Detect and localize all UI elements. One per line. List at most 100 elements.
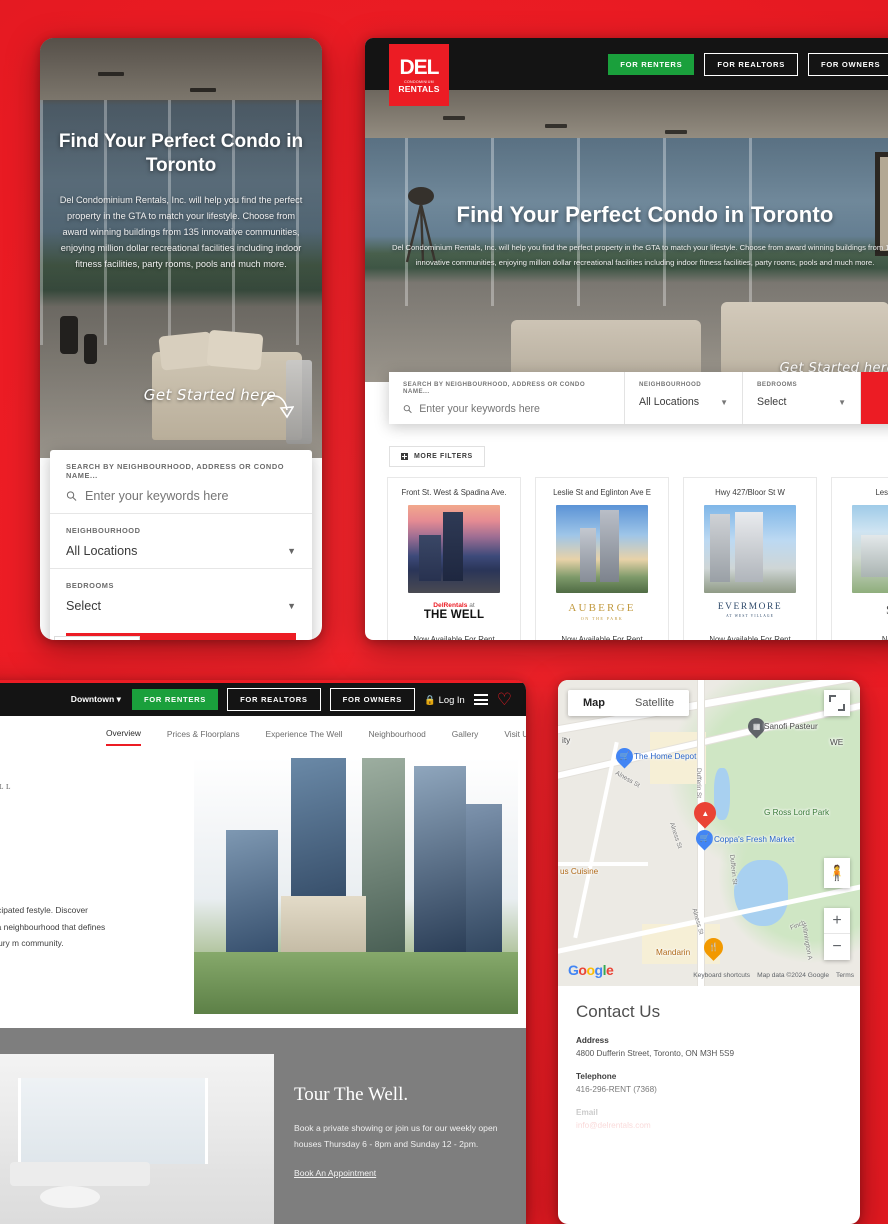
card-brand-sub: AT WEST VILLAGE [726,614,774,618]
property-card[interactable]: Front St. West & Spadina Ave. DelRentals… [387,477,521,640]
well-overview-body: LS AT THE WELL ve In w. pportunity to li… [0,758,526,1048]
map-keyboard-shortcuts[interactable]: Keyboard shortcuts [693,972,750,979]
plus-box-icon [401,453,408,460]
desktop-bedrooms-field[interactable]: BEDROOMS Select ▼ [743,372,861,424]
property-card[interactable]: Hwy 427/Bloor St W EVERMORE AT WEST VILL… [683,477,817,640]
map-zoom-in-button[interactable]: + [824,908,850,934]
card-brand: SC LIFE [840,602,888,626]
card-location: Hwy 427/Bloor St W [715,488,785,497]
google-map[interactable]: Map Satellite 🧍 + − ▦ Sanofi Pasteur 🛒 T… [558,680,860,986]
nav-for-realtors[interactable]: FOR REALTORS [704,52,798,76]
mobile-keywords-field[interactable]: SEARCH BY NEIGHBOURHOOD, ADDRESS OR COND… [50,450,312,514]
tower [226,830,279,952]
nav-for-realtors[interactable]: FOR REALTORS [227,688,321,711]
mobile-hero-subtitle: Del Condominium Rentals, Inc. will help … [59,195,303,269]
desktop-neighbourhood-value: All Locations [639,396,700,408]
nav-for-owners[interactable]: FOR OWNERS [807,52,888,76]
login-button[interactable]: 🔒 Log In [424,694,465,706]
card-image [704,505,796,593]
address-label: Address [576,1036,609,1045]
decor-vase [84,334,97,364]
tab-overview[interactable]: Overview [106,728,141,746]
more-filters-button[interactable]: MORE FILTERS [389,446,485,467]
map-toggle-satellite[interactable]: Satellite [620,690,690,716]
map-pegman-button[interactable]: 🧍 [824,858,850,888]
tab-prices-floorplans[interactable]: Prices & Floorplans [167,729,240,745]
login-label: Log In [438,694,465,705]
chevron-down-icon[interactable]: ▼ [838,398,846,407]
tab-gallery[interactable]: Gallery [452,729,479,745]
favourites-heart-icon[interactable]: ♡ [497,691,512,708]
map-pin-mandarin[interactable]: 🍴 [700,934,727,961]
nav-for-renters[interactable]: FOR RENTERS [608,53,695,75]
map-pin-location[interactable]: ▲ [689,797,721,829]
map-zoom-out-button[interactable]: − [824,934,850,960]
map-zoom-controls: + − [824,908,850,960]
tab-visit-us[interactable]: Visit Us [504,729,526,745]
map-pin-home-depot[interactable]: 🛒 [612,744,637,769]
get-started-here-label: Get Started here [143,386,276,404]
card-brand-top-delrentals: DelRentals [433,602,468,609]
nav-for-owners[interactable]: FOR OWNERS [329,688,415,711]
desktop-neighbourhood-field[interactable]: NEIGHBOURHOOD All Locations ▼ [625,372,743,424]
tower [362,758,405,952]
map-pin-coppas[interactable]: 🛒 [692,826,717,851]
park-foreground [194,952,518,1014]
mobile-hero: Find Your Perfect Condo in Toronto Del C… [40,38,322,458]
tab-neighbourhood[interactable]: Neighbourhood [369,729,426,745]
hamburger-menu-icon[interactable] [473,694,488,705]
poi-label-ity: ity [562,736,571,745]
desktop-search-wrap: SEARCH BY NEIGHBOURHOOD, ADDRESS OR COND… [365,372,888,440]
contact-heading: Contact Us [576,1002,661,1021]
search-icon [403,405,412,414]
property-card[interactable]: Leslie St and SC LIFE Now Avai [831,477,888,640]
book-appointment-link[interactable]: Book An Appointment [294,1168,376,1178]
rental-management-value: To have your suite professionally manage… [576,1157,800,1166]
mobile-neighbourhood-field[interactable]: NEIGHBOURHOOD All Locations ▼ [50,514,312,569]
well-paragraph: pportunity to live Toronto's most antici… [0,905,106,948]
card-brand: AUBERGE ON THE PARK [544,602,660,626]
card-brand-name: EVERMORE [717,602,783,612]
desktop-search-button[interactable] [861,372,888,424]
decor-vase [60,316,78,354]
desktop-hero-subtitle: Del Condominium Rentals, Inc. will help … [392,243,888,267]
map-toggle-map[interactable]: Map [568,690,620,716]
desktop-search-bar: SEARCH BY NEIGHBOURHOOD, ADDRESS OR COND… [389,372,888,424]
chevron-down-icon[interactable]: ▼ [720,398,728,407]
telephone-label: Telephone [576,1072,617,1081]
card-brand: EVERMORE AT WEST VILLAGE [692,602,808,626]
chevron-down-icon[interactable]: ▼ [287,601,296,611]
card-brand-name: AUBERGE [568,602,636,614]
chevron-down-icon[interactable]: ▼ [287,546,296,556]
mobile-search-form: SEARCH BY NEIGHBOURHOOD, ADDRESS OR COND… [50,450,312,640]
well-interior-photo [0,1054,274,1224]
tab-experience-the-well[interactable]: Experience The Well [266,729,343,745]
ceiling-vent [98,72,124,76]
map-terms-link[interactable]: Terms [836,972,854,979]
logo-del-text: DEL [399,55,440,79]
map-pin-sanofi[interactable]: ▦ [744,714,769,739]
well-heading-line1: ve In [0,802,160,846]
map-fullscreen-button[interactable] [824,690,850,716]
logo-line3: RENTALS [398,83,440,94]
desktop-nav: FOR RENTERS FOR REALTORS FOR OWNERS 🔒 [608,52,888,76]
mobile-bedrooms-label: BEDROOMS [66,581,114,590]
mobile-partial-element [54,636,140,640]
nav-for-renters[interactable]: FOR RENTERS [131,689,219,710]
card-status: Now Available For Rent [413,635,495,640]
region-label: Downtown [70,694,115,704]
mobile-search-input[interactable] [85,489,296,503]
del-logo[interactable]: DEL CONDOMINIUM RENTALS [389,44,449,106]
mobile-neighbourhood-value: All Locations [66,544,138,558]
mobile-bedrooms-field[interactable]: BEDROOMS Select ▼ [50,569,312,623]
ceiling-vent [190,88,216,92]
property-card[interactable]: Leslie St and Eglinton Ave E AUBERGE ON … [535,477,669,640]
desktop-search-input[interactable] [419,403,610,415]
card-brand-sub: ON THE PARK [580,616,624,621]
card-image [852,505,888,593]
email-value[interactable]: info@delrentals.com [576,1121,842,1130]
desktop-keywords-field[interactable]: SEARCH BY NEIGHBOURHOOD, ADDRESS OR COND… [389,372,625,424]
card-brand-sub: LIFE [840,620,888,624]
region-selector[interactable]: Downtown ▾ [71,694,121,705]
map-type-toggle: Map Satellite [568,690,690,716]
